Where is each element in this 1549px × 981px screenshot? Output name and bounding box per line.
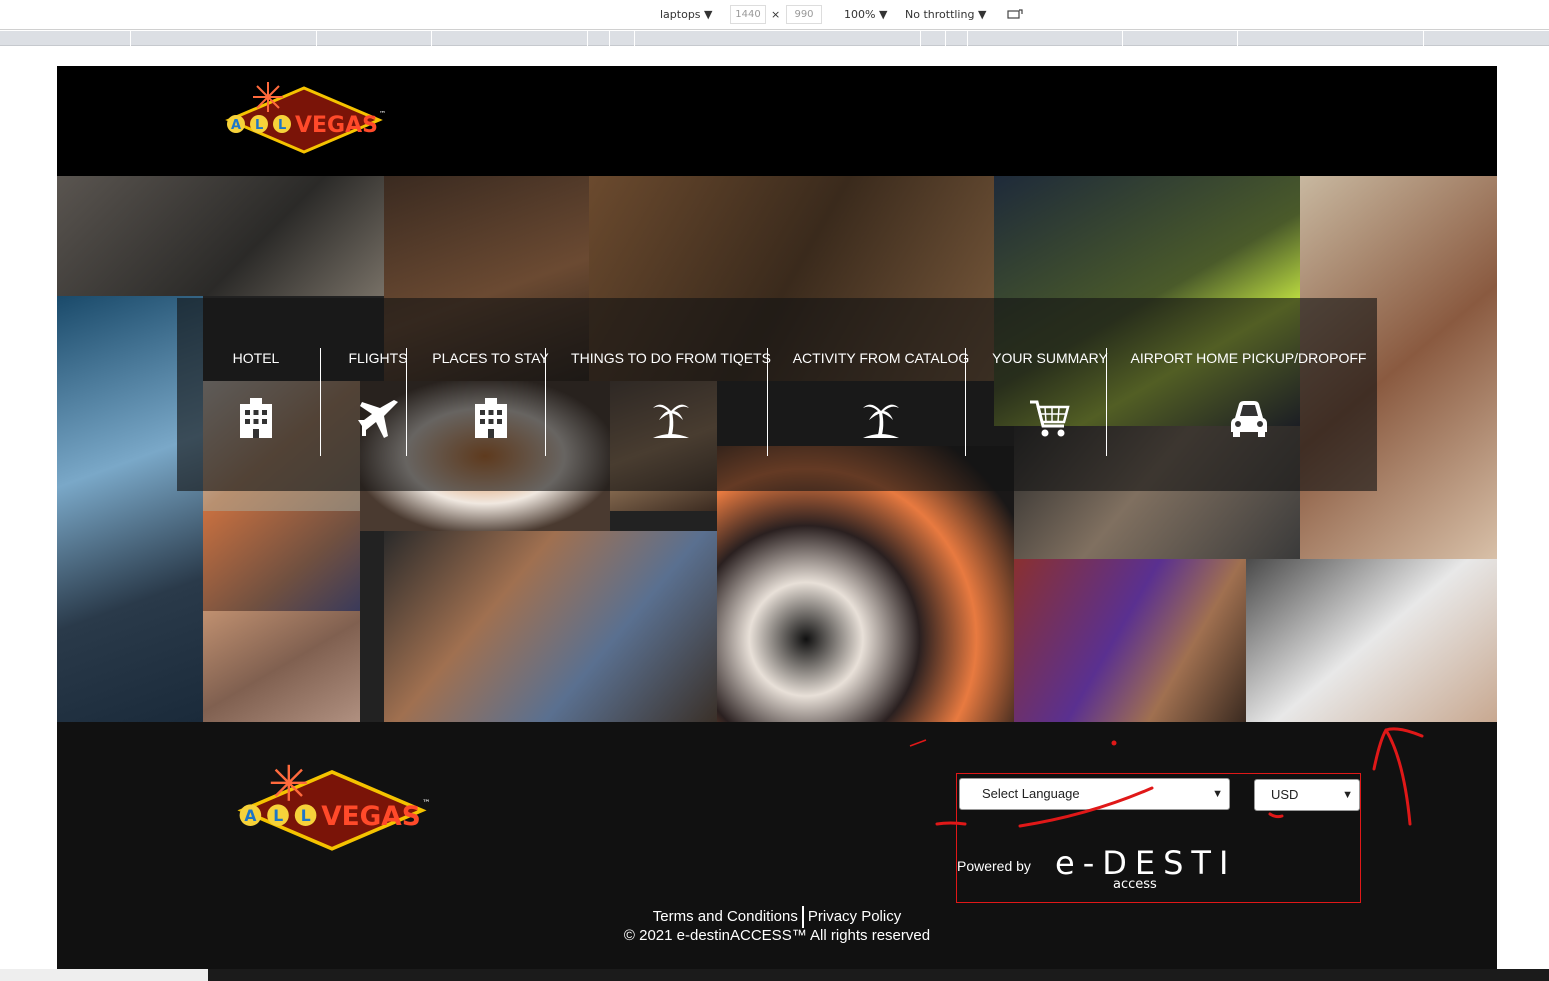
edestin-logo[interactable]: e-DESTIN access (1053, 844, 1228, 890)
couple-dining-photo (384, 531, 717, 722)
terms-link[interactable]: Terms and Conditions (653, 908, 798, 925)
palm-tree-icon (653, 404, 689, 438)
nav-activity-catalog[interactable]: ACTIVITY FROM CATALOG (782, 298, 980, 491)
shopping-cart-icon (1030, 400, 1070, 437)
hero-collage: HOTEL FLIGHTS PLACES TO STAY THINGS TO D… (57, 176, 1497, 722)
website-viewport: A L L VEGAS ™ HOTEL FLIGHTS PLACES TO ST… (57, 66, 1497, 969)
currency-select-value: USD (1271, 787, 1299, 802)
nav-divider (1106, 348, 1107, 456)
nav-airport-pickup[interactable]: AIRPORT HOME PICKUP/DROPOFF (1120, 298, 1377, 491)
cobblestone-photo (203, 611, 360, 722)
nav-divider (406, 348, 407, 456)
massage-photo (1246, 559, 1497, 722)
language-currency-panel: Select Language ▼ USD ▼ Powered by e-DES… (956, 773, 1361, 903)
media-query-ruler[interactable] (0, 31, 1549, 46)
nav-flights[interactable]: FLIGHTS (335, 298, 421, 491)
svg-text:A: A (244, 807, 256, 825)
logo-all-a: A (231, 118, 241, 133)
language-select[interactable]: Select Language ▼ (959, 778, 1230, 810)
nav-divider (545, 348, 546, 456)
nav-places-to-stay[interactable]: PLACES TO STAY (421, 298, 560, 491)
device-label: laptops (660, 8, 701, 21)
width-input[interactable]: 1440 (730, 5, 766, 24)
nav-hotel[interactable]: HOTEL (177, 298, 335, 491)
nav-places-label: PLACES TO STAY (432, 350, 549, 366)
svg-text:™: ™ (422, 798, 430, 808)
powered-by-label: Powered by (957, 858, 1031, 874)
os-taskbar (0, 969, 1549, 981)
nav-hotel-label: HOTEL (232, 350, 280, 366)
privacy-link[interactable]: Privacy Policy (808, 908, 901, 925)
svg-text:L: L (301, 807, 311, 825)
devtools-device-toolbar: laptops ▼ 1440 × 990 100% ▼ No throttlin… (0, 0, 1549, 30)
nav-airport-label: AIRPORT HOME PICKUP/DROPOFF (1130, 350, 1367, 366)
rotate-icon[interactable] (1007, 8, 1023, 23)
nav-divider (965, 348, 966, 456)
svg-text:L: L (273, 807, 283, 825)
throttling-select[interactable]: No throttling ▼ (905, 8, 986, 21)
link-divider (801, 906, 804, 928)
svg-text:™: ™ (379, 110, 386, 118)
footer-all-vegas-logo[interactable]: A L L VEGAS ™ (227, 760, 437, 856)
hotel-icon (474, 398, 507, 438)
nav-your-summary[interactable]: YOUR SUMMARY (980, 298, 1120, 491)
nav-flights-label: FLIGHTS (348, 350, 408, 366)
chevron-down-icon: ▼ (1212, 788, 1223, 800)
chevron-down-icon: ▼ (1342, 789, 1353, 801)
zoom-label: 100% (844, 8, 876, 21)
times-sign: × (771, 8, 781, 21)
site-header: A L L VEGAS ™ (57, 66, 1497, 176)
nav-things-to-do[interactable]: THINGS TO DO FROM TIQETS (560, 298, 782, 491)
all-vegas-logo[interactable]: A L L VEGAS ™ (219, 78, 389, 158)
edestin-brand-sub: access (1113, 877, 1157, 890)
site-footer: A L L VEGAS ™ Select Language ▼ USD ▼ Po… (57, 722, 1497, 969)
walking-photo (203, 511, 360, 611)
device-select[interactable]: laptops ▼ (660, 8, 713, 21)
nav-things-label: THINGS TO DO FROM TIQETS (571, 350, 771, 366)
main-navigation: HOTEL FLIGHTS PLACES TO STAY THINGS TO D… (177, 298, 1377, 491)
svg-text:VEGAS: VEGAS (321, 801, 421, 832)
airplane-icon (358, 400, 398, 438)
car-icon (1230, 401, 1267, 437)
language-select-value: Select Language (982, 786, 1080, 801)
throttling-label: No throttling (905, 8, 975, 21)
footer-links: Terms and Conditions Privacy Policy (57, 906, 1497, 928)
nav-activity-label: ACTIVITY FROM CATALOG (792, 350, 970, 366)
currency-select[interactable]: USD ▼ (1254, 779, 1360, 811)
palm-tree-icon (863, 404, 899, 438)
nav-divider (320, 348, 321, 456)
nav-summary-label: YOUR SUMMARY (992, 350, 1108, 366)
street-photo (57, 176, 384, 296)
zoom-select[interactable]: 100% ▼ (844, 8, 887, 21)
logo-vegas-text: VEGAS (295, 113, 378, 138)
nav-divider (767, 348, 768, 456)
bookstore-photo (1014, 559, 1246, 722)
copyright-text: © 2021 e-destinACCESS™ All rights reserv… (623, 927, 931, 944)
height-input[interactable]: 990 (786, 5, 822, 24)
hotel-icon (240, 398, 272, 438)
svg-text:L: L (255, 118, 263, 133)
svg-text:L: L (278, 118, 286, 133)
